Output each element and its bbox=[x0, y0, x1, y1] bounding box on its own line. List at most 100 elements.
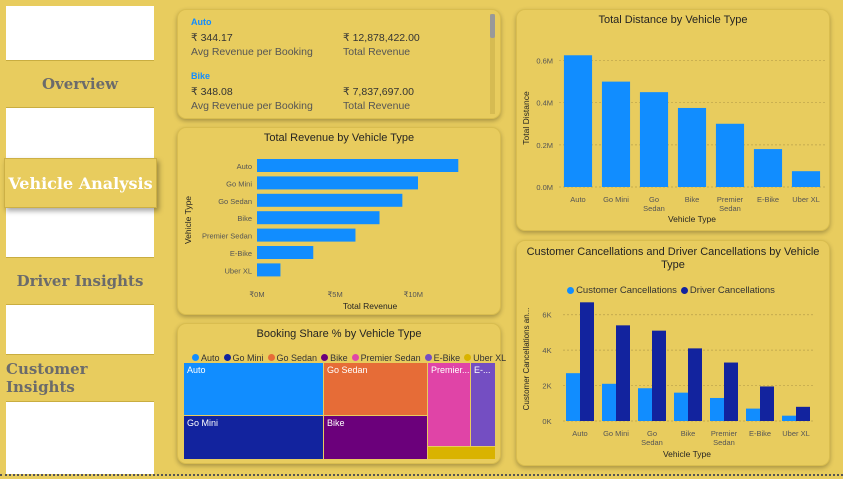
nav-overview-button[interactable]: Overview bbox=[6, 60, 154, 108]
legend-label: Premier Sedan bbox=[360, 352, 421, 363]
kpi-avg-revenue-label: Avg Revenue per Booking bbox=[191, 46, 313, 58]
distance-y-axis-label: Total Distance bbox=[521, 91, 531, 145]
driver-cancellations-bar bbox=[652, 330, 666, 421]
revenue-chart-card[interactable]: Total Revenue by Vehicle Type Auto Go Min… bbox=[177, 127, 501, 315]
nav-driver-insights-button[interactable]: Driver Insights bbox=[6, 257, 154, 305]
revenue-x-tick: ₹10M bbox=[404, 290, 423, 299]
kpi-total-revenue-label: Total Revenue bbox=[343, 100, 411, 112]
distance-bar bbox=[791, 171, 821, 187]
distance-y-tick: 0.6M bbox=[536, 57, 553, 66]
legend-marker bbox=[223, 354, 231, 361]
legend-item[interactable]: Go Mini bbox=[223, 352, 264, 363]
revenue-x-tick: ₹0M bbox=[249, 290, 264, 299]
kpi-group-auto: Auto bbox=[191, 17, 212, 27]
driver-cancellations-bar bbox=[616, 325, 630, 421]
treemap-cell-bike[interactable]: Bike bbox=[323, 415, 428, 460]
treemap-cell-go-sedan[interactable]: Go Sedan bbox=[323, 362, 428, 416]
revenue-bar bbox=[257, 176, 418, 190]
scrollbar-track[interactable] bbox=[490, 14, 495, 114]
treemap-cell-go-mini[interactable]: Go Mini bbox=[183, 415, 324, 460]
distance-x-tick: Auto bbox=[570, 195, 585, 204]
revenue-category-label: Uber XL bbox=[224, 266, 252, 275]
revenue-x-axis-label: Total Revenue bbox=[343, 301, 398, 311]
revenue-category-label: E-Bike bbox=[230, 249, 252, 258]
legend-marker bbox=[267, 354, 275, 361]
legend-label: Go Mini bbox=[232, 352, 264, 363]
customer-cancellations-bar bbox=[746, 408, 760, 421]
distance-x-tick: Sedan bbox=[643, 204, 665, 213]
nav-customer-insights-button[interactable]: Customer Insights bbox=[6, 354, 154, 402]
customer-cancellations-bar bbox=[782, 415, 796, 421]
treemap-label: Go Sedan bbox=[327, 365, 368, 375]
treemap-label: E-... bbox=[474, 365, 491, 375]
cancellations-x-tick: Auto bbox=[572, 429, 587, 438]
distance-x-tick: E-Bike bbox=[757, 195, 779, 204]
distance-x-tick: Bike bbox=[685, 195, 700, 204]
distance-x-tick: Premier bbox=[717, 195, 744, 204]
legend-label: Uber XL bbox=[473, 352, 507, 363]
legend-item[interactable]: Bike bbox=[321, 353, 348, 363]
cancellations-y-tick: 0K bbox=[542, 417, 551, 426]
page-border bbox=[0, 474, 843, 476]
legend-item[interactable]: Go Sedan bbox=[267, 352, 318, 363]
legend-item[interactable]: Premier Sedan bbox=[351, 352, 421, 363]
legend-marker bbox=[464, 354, 472, 361]
distance-bar bbox=[601, 81, 631, 187]
distance-x-tick: Go Mini bbox=[603, 195, 629, 204]
treemap-cell-e-bike[interactable]: E-... bbox=[470, 362, 496, 447]
driver-cancellations-bar bbox=[796, 406, 810, 421]
legend-marker bbox=[424, 354, 432, 361]
distance-bar bbox=[753, 149, 783, 187]
kpi-total-revenue-value: ₹ 12,878,422.00 bbox=[343, 32, 420, 44]
kpi-avg-revenue-value: ₹ 344.17 bbox=[191, 32, 233, 44]
revenue-bar bbox=[257, 193, 403, 207]
revenue-category-label: Auto bbox=[237, 162, 252, 171]
cancellations-x-tick: E-Bike bbox=[749, 429, 771, 438]
distance-y-tick: 0.0M bbox=[536, 183, 553, 192]
legend-label: Go Sedan bbox=[276, 352, 318, 363]
booking-share-title: Booking Share % by Vehicle Type bbox=[256, 328, 422, 340]
distance-x-tick: Uber XL bbox=[792, 195, 820, 204]
scrollbar-thumb[interactable] bbox=[490, 14, 495, 38]
driver-cancellations-bar bbox=[580, 302, 594, 421]
distance-x-tick: Sedan bbox=[719, 204, 741, 213]
cancellations-x-tick: Bike bbox=[681, 429, 696, 438]
legend-marker bbox=[351, 354, 359, 361]
cancellations-x-tick: Uber XL bbox=[782, 429, 810, 438]
cancellations-x-tick: Go bbox=[647, 429, 657, 438]
legend-item[interactable]: Uber XL bbox=[464, 353, 506, 363]
revenue-category-label: Bike bbox=[237, 214, 252, 223]
legend-item[interactable]: Auto bbox=[192, 353, 220, 363]
revenue-bar bbox=[257, 228, 356, 242]
legend-item[interactable]: E-Bike bbox=[424, 353, 460, 363]
driver-cancellations-bar bbox=[688, 348, 702, 421]
customer-cancellations-bar bbox=[566, 373, 580, 421]
kpi-total-revenue-value: ₹ 7,837,697.00 bbox=[343, 86, 414, 98]
treemap-label: Premier... bbox=[431, 365, 470, 375]
distance-chart-card[interactable]: Total Distance by Vehicle Type 0.0M 0.2M 0… bbox=[516, 9, 830, 231]
distance-x-tick: Go bbox=[649, 195, 659, 204]
revenue-chart: Auto Go Mini Go Sedan Bike Premier Sedan E-Bi… bbox=[183, 159, 459, 311]
kpi-card[interactable]: Auto ₹ 344.17 Avg Revenue per Booking ₹ … bbox=[177, 9, 501, 119]
booking-share-card[interactable]: Booking Share % by Vehicle Type Auto Go M… bbox=[177, 323, 506, 464]
treemap-cell-auto[interactable]: Auto bbox=[183, 362, 324, 416]
treemap-cell-premier-sedan[interactable]: Premier... bbox=[427, 362, 471, 447]
kpi-total-revenue-label: Total Revenue bbox=[343, 46, 411, 58]
cancellations-x-tick: Premier bbox=[711, 429, 738, 438]
treemap-cell-uber-xl[interactable] bbox=[427, 446, 496, 460]
nav-vehicle-analysis-button[interactable]: Vehicle Analysis bbox=[4, 158, 157, 208]
cancellations-x-tick: Go Mini bbox=[603, 429, 629, 438]
kpi-avg-revenue-value: ₹ 348.08 bbox=[191, 86, 233, 98]
driver-cancellations-bar bbox=[724, 362, 738, 421]
revenue-y-axis-label: Vehicle Type bbox=[183, 196, 193, 244]
revenue-bar bbox=[257, 211, 380, 225]
revenue-x-tick: ₹5M bbox=[328, 290, 343, 299]
legend-marker bbox=[321, 354, 329, 361]
distance-bar bbox=[639, 92, 669, 187]
distance-bar bbox=[677, 107, 707, 187]
distance-chart: 0.0M0.2M0.4M0.6MAuto Go Mini GoSedanBike Pr… bbox=[521, 55, 825, 224]
cancellations-chart-card[interactable]: Customer Cancellations and Driver Cancel… bbox=[516, 240, 830, 466]
distance-y-tick: 0.2M bbox=[536, 141, 553, 150]
cancellations-chart: 0K2K4K6KAuto Go Mini GoSedanBike PremierSed… bbox=[522, 302, 815, 459]
revenue-bar bbox=[257, 159, 459, 172]
